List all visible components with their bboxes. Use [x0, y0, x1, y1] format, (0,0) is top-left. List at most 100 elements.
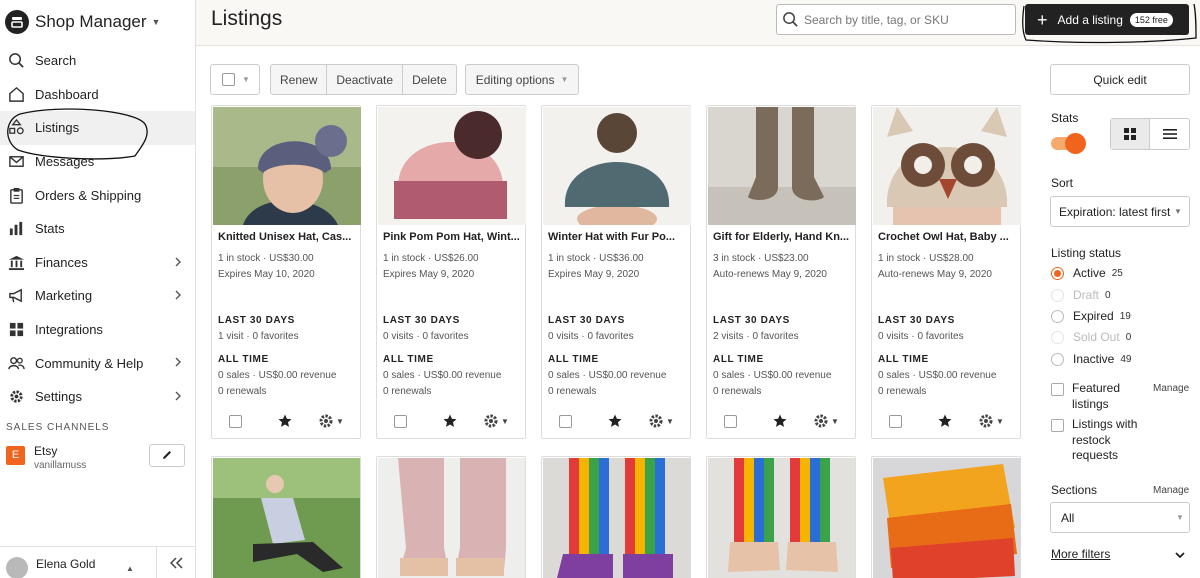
star-icon[interactable]: [443, 414, 457, 428]
radio-button[interactable]: [1051, 309, 1064, 323]
gear-icon[interactable]: [813, 413, 829, 429]
radio-button[interactable]: [1051, 266, 1064, 280]
featured-filter[interactable]: Featured listings: [1051, 381, 1152, 412]
caret-down-icon[interactable]: ▼: [996, 417, 1004, 426]
sort-select[interactable]: Expiration: latest first ▼: [1050, 196, 1190, 227]
sidebar-item-messages[interactable]: Messages: [0, 145, 195, 179]
sidebar-item-settings[interactable]: Settings: [0, 380, 195, 414]
featured-checkbox[interactable]: [1051, 383, 1064, 396]
user-name[interactable]: Elena Gold: [36, 557, 116, 578]
status-radio-sold-out[interactable]: Sold Out 0: [1051, 330, 1131, 344]
listing-photo[interactable]: [543, 107, 691, 225]
listing-photo[interactable]: [873, 107, 1021, 225]
restock-filter[interactable]: Listings with restock requests: [1051, 417, 1152, 464]
shop-manager-menu[interactable]: Shop Manager ▼: [0, 0, 195, 44]
select-all-checkbox[interactable]: [222, 73, 235, 86]
sidebar-item-stats[interactable]: Stats: [0, 212, 195, 246]
listing-card[interactable]: [211, 456, 361, 578]
deactivate-button[interactable]: Deactivate: [327, 65, 404, 94]
sales-channel-etsy[interactable]: E Etsy vanillamuss: [0, 436, 195, 480]
listing-title[interactable]: Pink Pom Pom Hat, Wint...: [383, 231, 523, 243]
status-radio-draft[interactable]: Draft 0: [1051, 288, 1111, 302]
sidebar-item-integrations[interactable]: Integrations: [0, 313, 195, 347]
collapse-sidebar-button[interactable]: [156, 547, 196, 578]
chevron-down-icon[interactable]: [1174, 550, 1186, 560]
edit-channel-button[interactable]: [149, 443, 185, 467]
restock-checkbox[interactable]: [1051, 419, 1064, 432]
listing-checkbox[interactable]: [889, 414, 902, 428]
listing-renewals: 0 renewals: [713, 386, 762, 397]
sections-select[interactable]: All ▼: [1050, 502, 1190, 533]
listing-checkbox[interactable]: [559, 414, 572, 428]
manage-sections-link[interactable]: Manage: [1153, 485, 1189, 496]
listing-card[interactable]: Crochet Owl Hat, Baby ... 1 in stock · U…: [871, 105, 1021, 439]
caret-down-icon[interactable]: ▼: [501, 417, 509, 426]
listing-card[interactable]: [706, 456, 856, 578]
sidebar-item-dashboard[interactable]: Dashboard: [0, 78, 195, 112]
listing-title[interactable]: Gift for Elderly, Hand Kn...: [713, 231, 853, 243]
star-icon[interactable]: [608, 414, 622, 428]
gear-icon[interactable]: [318, 413, 334, 429]
listing-photo[interactable]: [708, 458, 856, 578]
star-icon[interactable]: [938, 414, 952, 428]
gear-icon[interactable]: [648, 413, 664, 429]
caret-down-icon[interactable]: ▼: [666, 417, 674, 426]
listing-title[interactable]: Winter Hat with Fur Po...: [548, 231, 688, 243]
radio-button[interactable]: [1051, 352, 1064, 366]
more-filters-link[interactable]: More filters: [1051, 547, 1110, 561]
delete-button[interactable]: Delete: [403, 65, 456, 94]
listing-checkbox[interactable]: [724, 414, 737, 428]
sidebar-item-community-help[interactable]: Community & Help: [0, 346, 195, 380]
sidebar-item-listings[interactable]: Listings: [0, 111, 195, 145]
caret-down-icon[interactable]: ▼: [336, 417, 344, 426]
star-icon[interactable]: [278, 414, 292, 428]
sidebar-item-marketing[interactable]: Marketing: [0, 279, 195, 313]
listing-photo[interactable]: [378, 107, 526, 225]
status-radio-active[interactable]: Active 25: [1051, 266, 1123, 280]
caret-down-icon[interactable]: ▼: [242, 75, 250, 84]
listing-photo[interactable]: [873, 458, 1021, 578]
listing-checkbox[interactable]: [229, 414, 242, 428]
listing-checkbox[interactable]: [394, 414, 407, 428]
listing-photo[interactable]: [378, 458, 526, 578]
listing-card[interactable]: [541, 456, 691, 578]
radio-button[interactable]: [1051, 288, 1064, 302]
listing-card[interactable]: Pink Pom Pom Hat, Wint... 1 in stock · U…: [376, 105, 526, 439]
sidebar-item-orders-shipping[interactable]: Orders & Shipping: [0, 178, 195, 212]
sidebar-item-search[interactable]: Search: [0, 44, 195, 78]
renew-button[interactable]: Renew: [271, 65, 328, 94]
status-radio-expired[interactable]: Expired 19: [1051, 309, 1131, 323]
avatar[interactable]: [6, 557, 28, 578]
grid-view-button[interactable]: [1111, 119, 1151, 149]
listing-card[interactable]: Gift for Elderly, Hand Kn... 3 in stock …: [706, 105, 856, 439]
listing-card[interactable]: [376, 456, 526, 578]
editing-options-dropdown[interactable]: Editing options ▼: [464, 64, 580, 95]
select-all-dropdown[interactable]: ▼: [210, 64, 260, 95]
manage-featured-link[interactable]: Manage: [1153, 383, 1189, 394]
listing-card[interactable]: Winter Hat with Fur Po... 1 in stock · U…: [541, 105, 691, 439]
caret-up-icon[interactable]: ▲: [126, 564, 134, 573]
status-radio-inactive[interactable]: Inactive 49: [1051, 352, 1131, 366]
listing-photo[interactable]: [543, 458, 691, 578]
sidebar-item-label: Messages: [35, 154, 95, 170]
listing-card[interactable]: Knitted Unisex Hat, Cas... 1 in stock · …: [211, 105, 361, 439]
star-icon[interactable]: [773, 414, 787, 428]
listing-title[interactable]: Crochet Owl Hat, Baby ...: [878, 231, 1018, 243]
search-input[interactable]: [804, 12, 1004, 27]
listing-title[interactable]: Knitted Unisex Hat, Cas...: [218, 231, 358, 243]
caret-down-icon[interactable]: ▼: [831, 417, 839, 426]
listing-photo[interactable]: [213, 107, 361, 225]
list-view-button[interactable]: [1150, 119, 1189, 149]
listing-photo[interactable]: [213, 458, 361, 578]
quick-edit-button[interactable]: Quick edit: [1050, 64, 1190, 95]
mail-icon: [7, 153, 25, 171]
sidebar-item-finances[interactable]: Finances: [0, 246, 195, 280]
gear-icon[interactable]: [978, 413, 994, 429]
listing-photo[interactable]: [708, 107, 856, 225]
listing-card[interactable]: [871, 456, 1021, 578]
radio-button[interactable]: [1051, 330, 1064, 344]
gear-icon[interactable]: [483, 413, 499, 429]
search-icon[interactable]: [782, 11, 799, 28]
add-listing-button[interactable]: + Add a listing 152 free: [1025, 4, 1189, 35]
stats-toggle[interactable]: [1051, 133, 1086, 154]
